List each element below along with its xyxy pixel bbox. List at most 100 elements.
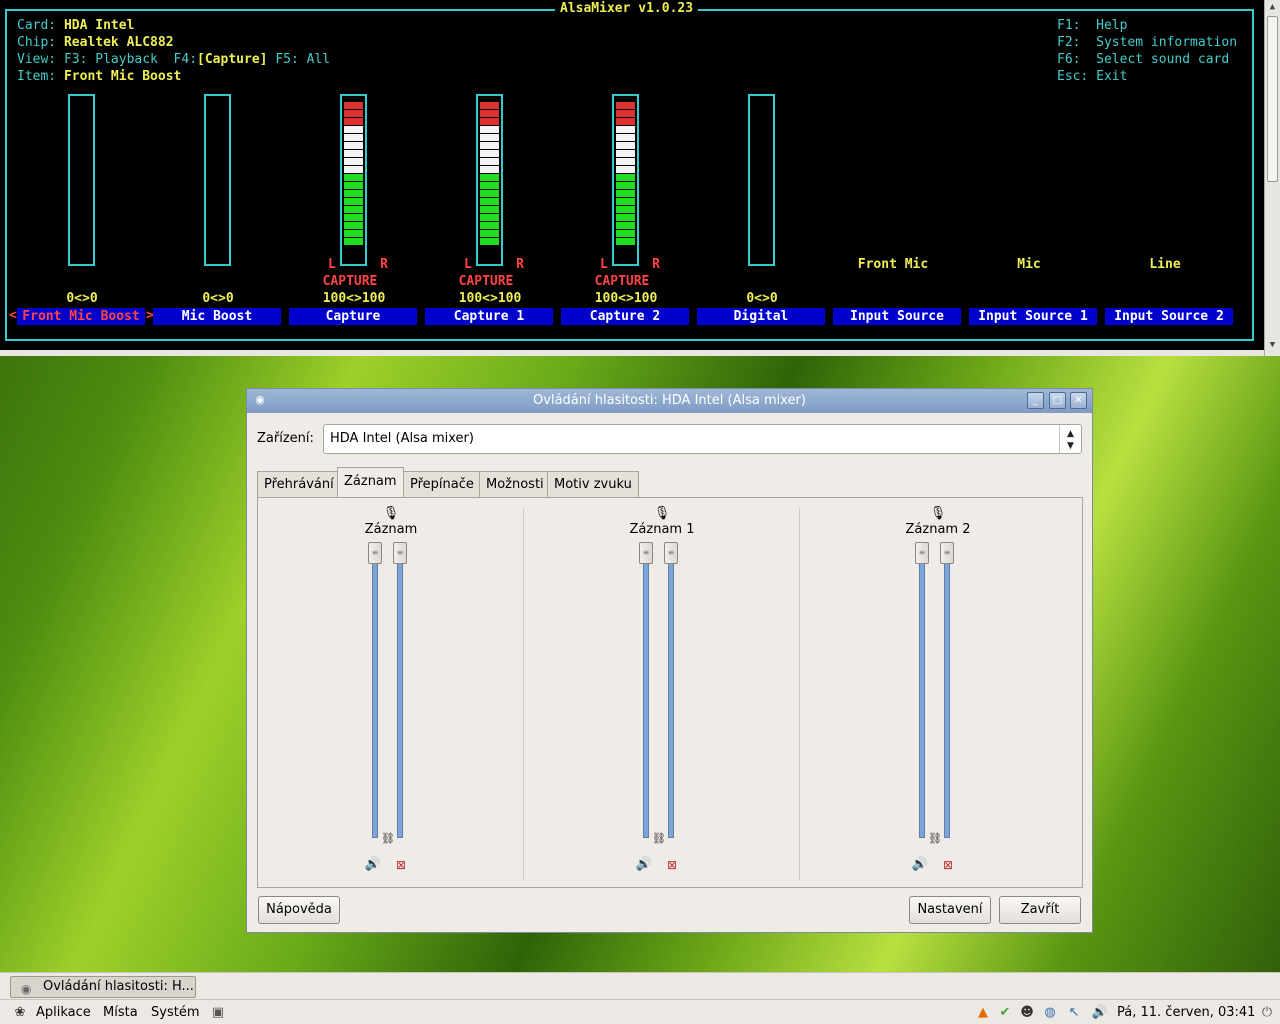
item-line: Item: Front Mic Boost xyxy=(17,69,182,84)
meter-capture[interactable] xyxy=(340,94,367,266)
channel-input-source[interactable]: Input Source xyxy=(833,308,961,325)
alsamixer-title: AlsaMixer v1.0.23 xyxy=(555,1,699,16)
top-panel: ❀ Aplikace Místa Systém ▣ ▲ ✔ ☻ ◍ ↖ 🔊 Pá… xyxy=(0,999,1280,1024)
channel-front-mic-boost[interactable]: Front Mic Boost xyxy=(17,308,145,325)
update-check-icon[interactable]: ✔ xyxy=(995,1003,1015,1023)
speaker-icon[interactable]: 🔊 xyxy=(364,856,382,874)
maximize-icon[interactable]: □ xyxy=(1049,392,1066,409)
input-source-1-value[interactable]: Mic xyxy=(965,257,1093,272)
chain-link-icon[interactable]: ⛓ xyxy=(368,830,408,848)
slider-left[interactable] xyxy=(919,550,925,838)
meter-capture-1[interactable] xyxy=(476,94,503,266)
meter-segment xyxy=(480,118,499,125)
menu-system[interactable]: Systém xyxy=(151,1003,199,1022)
slider-left[interactable] xyxy=(643,550,649,838)
slider-left-handle[interactable]: ≡ xyxy=(639,542,653,564)
meter-segment xyxy=(344,126,363,133)
scroll-down-icon[interactable]: ▼ xyxy=(1267,340,1278,352)
tab-options[interactable]: Možnosti xyxy=(479,471,551,497)
help-button[interactable]: Nápověda xyxy=(258,896,340,924)
terminal-scrollbar[interactable]: ▲ ▼ xyxy=(1264,0,1280,356)
meter-segment xyxy=(344,238,363,245)
capture-flag: CAPTURE xyxy=(458,274,514,289)
scrollbar-thumb[interactable] xyxy=(1267,16,1278,182)
channel-value: 100<>100 xyxy=(458,291,522,306)
alsamixer-terminal[interactable]: AlsaMixer v1.0.23 Card: HDA Intel Chip: … xyxy=(0,0,1280,356)
slider-left-handle[interactable]: ≡ xyxy=(915,542,929,564)
logout-icon[interactable]: ⏻ xyxy=(1257,1003,1277,1023)
microphone-icon: 🎙 xyxy=(653,506,671,521)
menu-applications[interactable]: Aplikace xyxy=(36,1003,91,1022)
meter-segment xyxy=(344,118,363,125)
volume-icon[interactable]: 🔊 xyxy=(1090,1003,1110,1023)
terminal-launcher-icon[interactable]: ▣ xyxy=(208,1003,228,1023)
meter-segment xyxy=(616,158,635,165)
settings-button[interactable]: Nastavení xyxy=(909,896,991,924)
speaker-icon[interactable]: 🔊 xyxy=(911,856,929,874)
tab-switches[interactable]: Přepínače xyxy=(403,471,481,497)
minimize-icon[interactable]: _ xyxy=(1027,392,1044,409)
meter-segment xyxy=(616,230,635,237)
meter-segment xyxy=(616,206,635,213)
channel-input-source-1[interactable]: Input Source 1 xyxy=(969,308,1097,325)
meter-segment xyxy=(344,190,363,197)
slider-right[interactable] xyxy=(668,550,674,838)
menu-places[interactable]: Místa xyxy=(103,1003,138,1022)
terminal-resize-edge[interactable] xyxy=(0,350,1264,356)
slider-left-handle[interactable]: ≡ xyxy=(368,542,382,564)
gnome-foot-icon[interactable]: ❀ xyxy=(10,1003,30,1023)
meter-segment xyxy=(480,206,499,213)
channel-value: 100<>100 xyxy=(322,291,386,306)
scroll-up-icon[interactable]: ▲ xyxy=(1267,2,1278,14)
taskbar-window-button[interactable]: ◉ Ovládání hlasitosti: H... xyxy=(10,976,196,998)
record-toggle-icon[interactable]: ⊠ xyxy=(392,856,410,874)
channel-separator xyxy=(799,508,800,880)
slider-right[interactable] xyxy=(397,550,403,838)
help-f2: F2: System information xyxy=(1057,35,1238,50)
channel-capture[interactable]: Capture xyxy=(289,308,417,325)
input-source-2-value[interactable]: Line xyxy=(1101,257,1229,272)
slider-right-handle[interactable]: ≡ xyxy=(393,542,407,564)
channel-digital[interactable]: Digital xyxy=(697,308,825,325)
channel-name: Záznam xyxy=(364,522,418,537)
channel-name: Záznam 1 xyxy=(629,522,695,537)
record-toggle-icon[interactable]: ⊠ xyxy=(663,856,681,874)
device-select[interactable]: HDA Intel (Alsa mixer) ▲ ▼ xyxy=(323,424,1082,454)
channel-capture-1[interactable]: Capture 1 xyxy=(425,308,553,325)
meter-front-mic-boost[interactable] xyxy=(68,94,95,266)
channel-mic-boost[interactable]: Mic Boost xyxy=(153,308,281,325)
tux-icon[interactable]: ☻ xyxy=(1017,1003,1037,1023)
close-button[interactable]: Zavřít xyxy=(999,896,1081,924)
close-icon[interactable]: ✕ xyxy=(1070,392,1087,409)
meter-capture-2[interactable] xyxy=(612,94,639,266)
meter-segment xyxy=(480,110,499,117)
meter-segment xyxy=(344,198,363,205)
tab-sound-theme[interactable]: Motiv zvuku xyxy=(547,471,639,497)
channel-input-source-2[interactable]: Input Source 2 xyxy=(1105,308,1233,325)
meter-mic-boost[interactable] xyxy=(204,94,231,266)
meter-segment xyxy=(616,110,635,117)
chain-link-icon[interactable]: ⛓ xyxy=(915,830,955,848)
slider-right-handle[interactable]: ≡ xyxy=(664,542,678,564)
meter-segment xyxy=(616,150,635,157)
input-source-value[interactable]: Front Mic xyxy=(829,257,957,272)
record-toggle-icon[interactable]: ⊠ xyxy=(939,856,957,874)
chain-link-icon[interactable]: ⛓ xyxy=(639,830,679,848)
network-globe-icon[interactable]: ◍ xyxy=(1040,1003,1060,1023)
dialog-titlebar[interactable]: ◉ Ovládání hlasitosti: HDA Intel (Alsa m… xyxy=(247,389,1092,413)
updown-arrows-icon: ▲ ▼ xyxy=(1059,425,1081,453)
slider-left[interactable] xyxy=(372,550,378,838)
tab-playback[interactable]: Přehrávání xyxy=(257,471,341,497)
meter-segment xyxy=(480,182,499,189)
clock[interactable]: Pá, 11. červen, 03:41 xyxy=(1117,1003,1255,1022)
slider-right-handle[interactable]: ≡ xyxy=(940,542,954,564)
channel-capture-2[interactable]: Capture 2 xyxy=(561,308,689,325)
meter-fill xyxy=(616,102,635,258)
speaker-icon[interactable]: 🔊 xyxy=(635,856,653,874)
tab-recording[interactable]: Záznam xyxy=(337,467,404,498)
meter-digital[interactable] xyxy=(748,94,775,266)
cursor-icon[interactable]: ↖ xyxy=(1064,1003,1084,1023)
meter-segment xyxy=(344,166,363,173)
vlc-cone-icon[interactable]: ▲ xyxy=(973,1003,993,1023)
slider-right[interactable] xyxy=(944,550,950,838)
